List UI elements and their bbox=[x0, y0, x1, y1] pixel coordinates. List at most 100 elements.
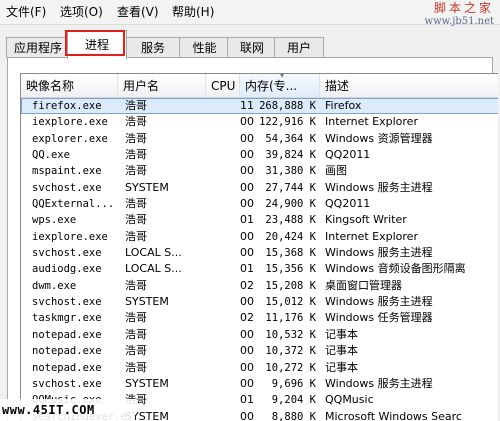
user-name-cell: LOCAL S... bbox=[125, 262, 182, 276]
description-cell: 记事本 bbox=[325, 360, 358, 374]
image-name-cell: dwm.exe bbox=[32, 279, 77, 292]
tab-services[interactable]: 服务 bbox=[124, 37, 182, 58]
memory-cell: 39,824 K bbox=[265, 149, 316, 162]
table-row[interactable]: taskmgr.exe 浩哥 02 11,176 K Windows 任务管理器 bbox=[21, 310, 498, 326]
table-row[interactable]: iexplore.exe 浩哥 00 20,424 K Internet Explore… bbox=[21, 229, 498, 245]
description-cell: 记事本 bbox=[325, 344, 358, 358]
table-row[interactable]: notepad.exe 浩哥 00 10,532 K 记事本 bbox=[21, 327, 498, 343]
image-name-cell: notepad.exe bbox=[32, 361, 102, 374]
table-row[interactable]: svchost.exe SYSTEM 00 9,696 K Windows 服务主进程 bbox=[21, 376, 498, 392]
user-name-cell: 浩哥 bbox=[125, 131, 147, 145]
user-name-cell: SYSTEM bbox=[125, 180, 169, 194]
tab-performance[interactable]: 性能 bbox=[179, 37, 230, 58]
menu-options[interactable]: 选项(O) bbox=[60, 4, 103, 20]
memory-cell: 8,880 K bbox=[271, 410, 316, 421]
process-list[interactable]: 映像名称 用户名 CPU ▾ 内存(专... 描述 firefox.exe 浩哥 1… bbox=[20, 73, 498, 421]
table-row[interactable]: svchost.exe LOCAL S... 00 15,368 K Windows 服… bbox=[21, 245, 498, 261]
tab-applications[interactable]: 应用程序 bbox=[6, 37, 70, 58]
list-rows: firefox.exe 浩哥 11 268,888 K Firefox iexplore.… bbox=[21, 98, 498, 421]
description-cell: Internet Explorer bbox=[325, 115, 418, 129]
table-row[interactable]: QQ.exe 浩哥 00 39,824 K QQ2011 bbox=[21, 147, 498, 163]
user-name-cell: 浩哥 bbox=[125, 99, 147, 112]
image-name-cell: iexplore.exe bbox=[32, 116, 108, 129]
description-cell: Windows 服务主进程 bbox=[325, 180, 433, 194]
memory-cell: 54,364 K bbox=[265, 132, 316, 145]
description-cell: Windows 任务管理器 bbox=[325, 311, 433, 325]
user-name-cell: 浩哥 bbox=[125, 393, 147, 407]
user-name-cell: SYSTEM bbox=[125, 295, 169, 309]
memory-cell: 24,900 K bbox=[265, 198, 316, 211]
description-cell: 记事本 bbox=[325, 327, 358, 341]
tab-networking[interactable]: 联网 bbox=[227, 37, 277, 58]
table-row[interactable]: mspaint.exe 浩哥 00 31,380 K 画图 bbox=[21, 163, 498, 179]
image-name-cell: explorer.exe bbox=[32, 132, 108, 145]
table-row[interactable]: notepad.exe 浩哥 00 10,272 K 记事本 bbox=[21, 360, 498, 376]
user-name-cell: 浩哥 bbox=[125, 148, 147, 162]
description-cell: Kingsoft Writer bbox=[325, 213, 407, 227]
description-cell: Windows 服务主进程 bbox=[325, 246, 433, 260]
user-name-cell: 浩哥 bbox=[125, 164, 147, 178]
image-name-cell: QQExternal... bbox=[32, 198, 115, 211]
watermark-bottom-text: www.45IT.COM bbox=[2, 403, 95, 417]
column-memory-label: 内存(专... bbox=[245, 79, 298, 93]
column-user-name[interactable]: 用户名 bbox=[118, 74, 206, 97]
table-row[interactable]: QQExternal... 浩哥 00 24,900 K QQ2011 bbox=[21, 196, 498, 212]
memory-cell: 15,368 K bbox=[265, 247, 316, 260]
memory-cell: 31,380 K bbox=[265, 165, 316, 178]
table-row[interactable]: iexplore.exe 浩哥 00 122,916 K Internet Explor… bbox=[21, 114, 498, 130]
table-row[interactable]: svchost.exe SYSTEM 00 27,744 K Windows 服务主进程 bbox=[21, 180, 498, 196]
table-row[interactable]: firefox.exe 浩哥 11 268,888 K Firefox bbox=[21, 98, 498, 115]
tab-processes[interactable]: 进程 bbox=[67, 30, 127, 59]
user-name-cell: 浩哥 bbox=[125, 360, 147, 374]
table-row[interactable]: dwm.exe 浩哥 02 15,208 K 桌面窗口管理器 bbox=[21, 278, 498, 294]
memory-cell: 10,532 K bbox=[265, 328, 316, 341]
memory-cell: 122,916 K bbox=[259, 116, 316, 129]
table-row[interactable]: svchost.exe SYSTEM 00 15,012 K Windows 服务主进程 bbox=[21, 294, 498, 310]
column-description[interactable]: 描述 bbox=[320, 74, 498, 97]
image-name-cell: notepad.exe bbox=[32, 328, 102, 341]
user-name-cell: 浩哥 bbox=[125, 229, 147, 243]
user-name-cell: 浩哥 bbox=[125, 213, 147, 227]
memory-cell: 23,488 K bbox=[265, 214, 316, 227]
description-cell: Windows 服务主进程 bbox=[325, 376, 433, 390]
image-name-cell: audiodg.exe bbox=[32, 263, 102, 276]
watermark-top-line1: 脚本之家 bbox=[433, 1, 494, 15]
description-cell: Windows 音频设备图形隔离 bbox=[325, 262, 466, 276]
user-name-cell: SYSTEM bbox=[125, 376, 169, 390]
user-name-cell: 浩哥 bbox=[125, 344, 147, 358]
memory-cell: 10,272 K bbox=[265, 361, 316, 374]
column-image-name[interactable]: 映像名称 bbox=[21, 74, 118, 97]
description-cell: QQ2011 bbox=[325, 197, 371, 211]
memory-cell: 15,208 K bbox=[265, 279, 316, 292]
memory-cell: 11,176 K bbox=[265, 312, 316, 325]
table-row[interactable]: explorer.exe 浩哥 00 54,364 K Windows 资源管理器 bbox=[21, 131, 498, 147]
image-name-cell: svchost.exe bbox=[32, 296, 102, 309]
description-cell: Internet Explorer bbox=[325, 229, 418, 243]
user-name-cell: 浩哥 bbox=[125, 115, 147, 129]
column-memory[interactable]: ▾ 内存(专... bbox=[240, 74, 320, 97]
user-name-cell: SYSTEM bbox=[125, 409, 169, 421]
description-cell: 桌面窗口管理器 bbox=[325, 278, 402, 292]
tab-strip: 应用程序 进程 服务 性能 联网 用户 bbox=[0, 24, 500, 60]
memory-cell: 27,744 K bbox=[265, 181, 316, 194]
image-name-cell: wps.exe bbox=[32, 214, 77, 227]
image-name-cell: taskmgr.exe bbox=[32, 312, 102, 325]
table-row[interactable]: wps.exe 浩哥 01 23,488 K Kingsoft Writer bbox=[21, 212, 498, 228]
image-name-cell: firefox.exe bbox=[32, 100, 102, 112]
description-cell: Microsoft Windows Searc bbox=[325, 409, 462, 421]
user-name-cell: 浩哥 bbox=[125, 278, 147, 292]
memory-cell: 15,012 K bbox=[265, 296, 316, 309]
description-cell: 画图 bbox=[325, 164, 347, 178]
sort-arrow-icon: ▾ bbox=[280, 74, 285, 80]
menu-file[interactable]: 文件(F) bbox=[6, 4, 46, 20]
description-cell: Windows 资源管理器 bbox=[325, 131, 433, 145]
description-cell: QQ2011 bbox=[325, 148, 371, 162]
table-row[interactable]: audiodg.exe LOCAL S... 01 15,356 K Windows 音… bbox=[21, 261, 498, 277]
table-row[interactable]: notepad.exe 浩哥 00 10,372 K 记事本 bbox=[21, 343, 498, 359]
column-cpu[interactable]: CPU bbox=[206, 74, 240, 97]
tab-users[interactable]: 用户 bbox=[274, 37, 324, 58]
memory-cell: 9,696 K bbox=[271, 377, 316, 390]
menu-help[interactable]: 帮助(H) bbox=[172, 4, 214, 20]
memory-cell: 268,888 K bbox=[259, 100, 316, 112]
menu-view[interactable]: 查看(V) bbox=[117, 4, 159, 20]
